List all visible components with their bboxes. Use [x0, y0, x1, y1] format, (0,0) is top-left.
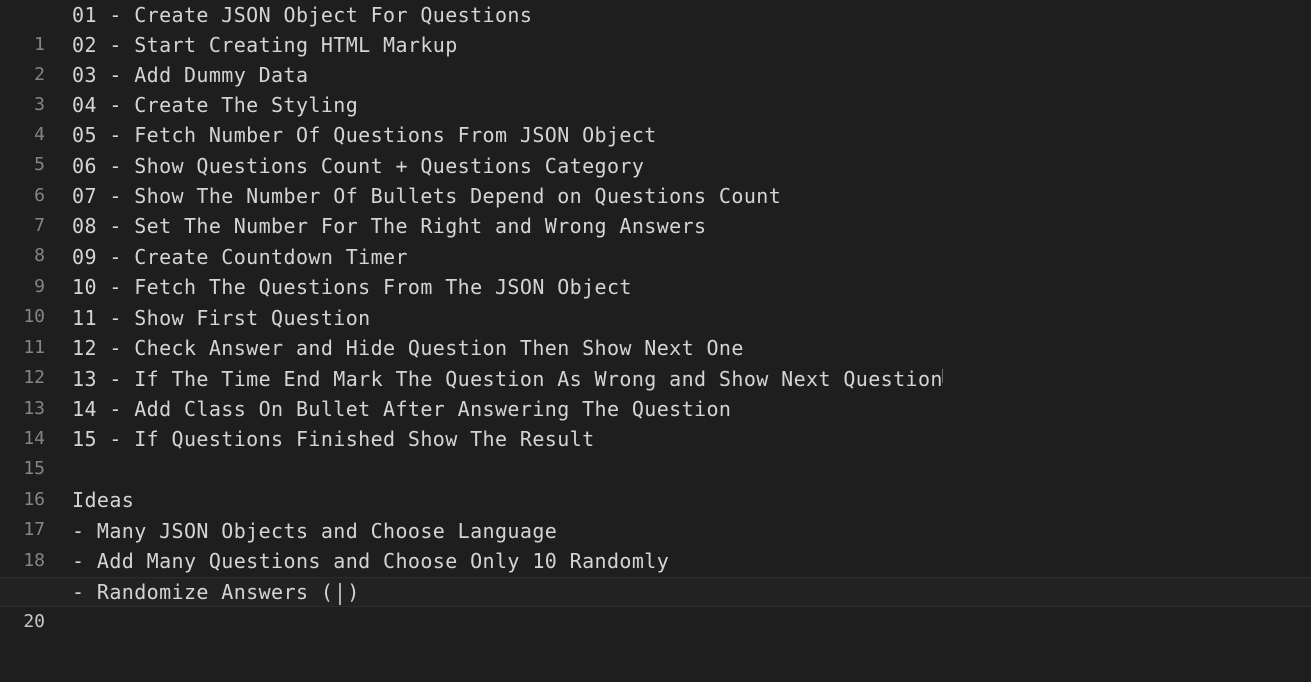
editor-line[interactable]: 12 12 - Check Answer and Hide Question T…	[0, 333, 1311, 388]
line-text[interactable]: 04 - Create The Styling	[72, 90, 358, 120]
editor-line[interactable]: 16	[0, 455, 1311, 510]
line-text[interactable]: 01 - Create JSON Object For Questions	[72, 0, 532, 30]
line-text[interactable]: 11 - Show First Question	[72, 303, 371, 333]
line-text[interactable]: 09 - Create Countdown Timer	[72, 242, 408, 272]
line-text[interactable]: - Add Many Questions and Choose Only 10 …	[72, 546, 669, 576]
editor-line[interactable]: 18 - Many JSON Objects and Choose Langua…	[0, 516, 1311, 571]
line-text-after-cursor: )	[347, 580, 360, 604]
editor-line[interactable]: 13 13 - If The Time End Mark The Questio…	[0, 364, 1311, 419]
code-editor[interactable]: 1 01 - Create JSON Object For Questions …	[0, 0, 1311, 682]
line-text[interactable]: 05 - Fetch Number Of Questions From JSON…	[72, 120, 657, 150]
line-text[interactable]: - Randomize Answers ()	[72, 577, 360, 607]
editor-line[interactable]: 5 05 - Fetch Number Of Questions From JS…	[0, 120, 1311, 175]
text-cursor	[339, 582, 342, 605]
editor-line[interactable]: 8 08 - Set The Number For The Right and …	[0, 211, 1311, 266]
line-text[interactable]: 06 - Show Questions Count + Questions Ca…	[72, 151, 644, 181]
line-text-before-cursor: - Randomize Answers (	[72, 580, 334, 604]
editor-line[interactable]: 11 11 - Show First Question	[0, 303, 1311, 358]
line-text[interactable]: 08 - Set The Number For The Right and Wr…	[72, 211, 707, 241]
editor-line[interactable]: 3 03 - Add Dummy Data	[0, 60, 1311, 115]
line-text[interactable]: 14 - Add Class On Bullet After Answering…	[72, 394, 731, 424]
editor-line[interactable]: 17 Ideas	[0, 485, 1311, 540]
editor-line[interactable]: 9 09 - Create Countdown Timer	[0, 242, 1311, 297]
line-text[interactable]: 12 - Check Answer and Hide Question Then…	[72, 333, 744, 363]
editor-line[interactable]: 6 06 - Show Questions Count + Questions …	[0, 151, 1311, 206]
editor-line[interactable]: 7 07 - Show The Number Of Bullets Depend…	[0, 181, 1311, 236]
line-text[interactable]: 02 - Start Creating HTML Markup	[72, 30, 458, 60]
line-text[interactable]: 03 - Add Dummy Data	[72, 60, 308, 90]
editor-line[interactable]: 2 02 - Start Creating HTML Markup	[0, 30, 1311, 85]
editor-line[interactable]: 10 10 - Fetch The Questions From The JSO…	[0, 272, 1311, 327]
line-text[interactable]: - Many JSON Objects and Choose Language	[72, 516, 557, 546]
line-text[interactable]: 13 - If The Time End Mark The Question A…	[72, 364, 943, 394]
line-text[interactable]: 15 - If Questions Finished Show The Resu…	[72, 424, 595, 454]
line-text[interactable]: Ideas	[72, 485, 134, 515]
line-number: 20	[23, 611, 45, 632]
editor-line[interactable]: 19 - Add Many Questions and Choose Only …	[0, 546, 1311, 601]
editor-line[interactable]: 14 14 - Add Class On Bullet After Answer…	[0, 394, 1311, 449]
editor-line-current[interactable]: 20 - Randomize Answers ()	[0, 577, 1311, 632]
line-text[interactable]: 07 - Show The Number Of Bullets Depend o…	[72, 181, 781, 211]
editor-line[interactable]: 4 04 - Create The Styling	[0, 90, 1311, 145]
editor-line[interactable]: 1 01 - Create JSON Object For Questions	[0, 0, 1311, 55]
line-text[interactable]: 10 - Fetch The Questions From The JSON O…	[72, 272, 632, 302]
editor-line[interactable]: 15 15 - If Questions Finished Show The R…	[0, 424, 1311, 479]
mouse-ibeam-icon	[942, 369, 949, 383]
